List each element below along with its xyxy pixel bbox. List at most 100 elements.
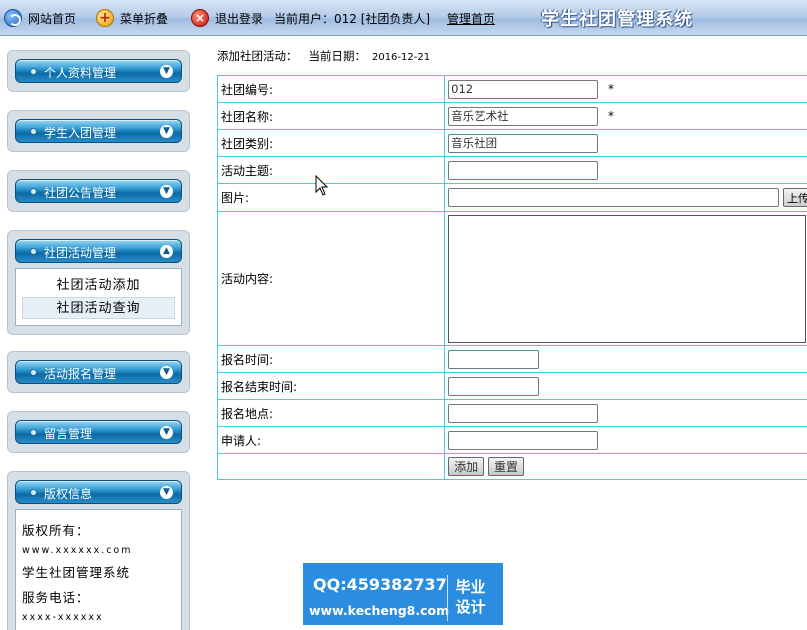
topic-input[interactable] — [448, 160, 599, 180]
chevron-down-icon: ▼ — [160, 486, 173, 499]
chevron-down-icon: ▼ — [160, 426, 173, 439]
menu-signup: 活动报名管理 ▼ — [7, 351, 190, 393]
home-link[interactable]: 网站首页 — [4, 0, 76, 36]
required-mark: * — [608, 81, 614, 96]
menu-copyright: 版权信息 ▼ 版权所有： www.xxxxxx.com 学生社团管理系统 服务电… — [7, 471, 190, 630]
submenu-item-add-activity[interactable]: 社团活动添加 — [22, 275, 175, 297]
menu-messages: 留言管理 ▼ — [7, 411, 190, 453]
image-path-input[interactable] — [448, 188, 780, 207]
applicant-input[interactable] — [448, 430, 599, 450]
applicant-label: 申请人: — [216, 426, 446, 454]
service-phone-label: 服务电话： — [22, 590, 90, 605]
activity-form: 社团编号: * 社团名称: * 社团类别: 活动主题: 图片: 上传 活动内容: — [216, 75, 807, 480]
bullet-icon — [30, 68, 37, 75]
menu-label: 活动报名管理 — [44, 367, 117, 381]
submenu-activity: 社团活动添加 社团活动查询 — [15, 268, 182, 326]
form-row: 报名时间: — [216, 345, 807, 373]
location-input[interactable] — [448, 403, 599, 423]
club-id-label: 社团编号: — [216, 75, 446, 103]
menu-personal: 个人资料管理 ▼ — [7, 50, 190, 92]
club-name-label: 社团名称: — [216, 102, 446, 130]
location-label: 报名地点: — [216, 399, 446, 427]
menu-label: 个人资料管理 — [44, 66, 117, 80]
menu-header-membership[interactable]: 学生入团管理 ▼ — [15, 119, 182, 143]
menu-header-copyright[interactable]: 版权信息 ▼ — [15, 480, 182, 504]
menu-label: 社团公告管理 — [44, 186, 117, 200]
sidebar: 个人资料管理 ▼ 学生入团管理 ▼ 社团公告管理 ▼ 社团活动管理 ▲ 社团活动… — [0, 36, 197, 630]
upload-button[interactable]: 上传 — [783, 188, 807, 207]
bullet-icon — [30, 369, 37, 376]
empty-label-cell — [216, 453, 446, 480]
club-type-input[interactable] — [448, 133, 599, 153]
content-textarea[interactable] — [448, 214, 807, 343]
signup-end-input[interactable] — [448, 376, 540, 396]
fold-icon: + — [96, 9, 114, 27]
bullet-icon — [30, 188, 37, 195]
menu-label: 社团活动管理 — [44, 246, 117, 260]
watermark-badge-bottom: 设计 — [455, 598, 486, 616]
form-row: 添加 重置 — [216, 453, 807, 480]
form-cell: * — [444, 102, 807, 130]
form-row: 社团编号: * — [216, 75, 807, 103]
image-label: 图片: — [216, 183, 446, 212]
menu-activity: 社团活动管理 ▲ 社团活动添加 社团活动查询 — [7, 230, 190, 335]
club-id-input[interactable] — [448, 79, 599, 99]
menu-header-personal[interactable]: 个人资料管理 ▼ — [15, 59, 182, 83]
form-cell — [444, 426, 807, 454]
current-date: 2016-12-21 — [371, 52, 431, 63]
menu-header-notice[interactable]: 社团公告管理 ▼ — [15, 179, 182, 203]
fold-menu-link[interactable]: + 菜单折叠 — [96, 0, 168, 36]
menu-membership: 学生入团管理 ▼ — [7, 110, 190, 152]
copyright-owner-label: 版权所有： — [22, 523, 90, 538]
current-user: 当前用户：012 [社团负责人] — [274, 0, 430, 36]
copyright-url: www.xxxxxx.com — [22, 545, 133, 556]
exit-icon: × — [191, 9, 209, 27]
form-row: 活动主题: — [216, 156, 807, 184]
watermark-qq: QQ:459382737 — [313, 575, 447, 594]
service-phone-number: xxxx-xxxxxx — [22, 612, 104, 623]
form-cell — [444, 211, 807, 346]
mouse-cursor-icon — [315, 175, 329, 196]
bullet-icon — [30, 248, 37, 255]
signup-time-label: 报名时间: — [216, 345, 446, 373]
admin-home-link[interactable]: 管理首页 — [447, 0, 495, 36]
club-name-input[interactable] — [448, 106, 599, 126]
form-row: 活动内容: — [216, 211, 807, 346]
add-button[interactable]: 添加 — [448, 457, 485, 476]
reset-button[interactable]: 重置 — [488, 457, 525, 476]
logout-label: 退出登录 — [215, 11, 264, 26]
menu-label: 学生入团管理 — [44, 126, 117, 140]
menu-label: 留言管理 — [44, 427, 93, 441]
menu-label: 版权信息 — [44, 487, 93, 501]
form-row: 社团类别: — [216, 129, 807, 157]
form-row: 申请人: — [216, 426, 807, 454]
menu-header-activity[interactable]: 社团活动管理 ▲ — [15, 239, 182, 263]
watermark-banner: QQ:459382737 www.kecheng8.com 毕业 设计 — [303, 563, 503, 625]
bullet-icon — [30, 128, 37, 135]
home-icon — [4, 9, 22, 27]
breadcrumb: 添加社团活动： 当前日期： 2016-12-21 — [217, 48, 430, 64]
chevron-up-icon: ▲ — [160, 245, 173, 258]
system-title: 学生社团管理系统 — [541, 9, 693, 30]
form-cell — [444, 372, 807, 400]
menu-header-messages[interactable]: 留言管理 ▼ — [15, 420, 182, 444]
form-row: 报名地点: — [216, 399, 807, 427]
menu-header-signup[interactable]: 活动报名管理 ▼ — [15, 360, 182, 384]
signup-time-input[interactable] — [448, 349, 540, 369]
watermark-url: www.kecheng8.com — [309, 603, 450, 618]
content-label: 活动内容: — [216, 211, 446, 346]
watermark-badge: 毕业 设计 — [447, 575, 493, 621]
signup-end-label: 报名结束时间: — [216, 372, 446, 400]
watermark-badge-top: 毕业 — [455, 578, 486, 596]
form-cell — [444, 156, 807, 184]
submenu-item-query-activity[interactable]: 社团活动查询 — [22, 297, 175, 319]
chevron-down-icon: ▼ — [160, 366, 173, 379]
form-row: 报名结束时间: — [216, 372, 807, 400]
required-mark: * — [608, 108, 614, 123]
logout-link[interactable]: × 退出登录 — [191, 0, 263, 36]
topic-label: 活动主题: — [216, 156, 446, 184]
chevron-down-icon: ▼ — [160, 65, 173, 78]
copyright-system-name: 学生社团管理系统 — [22, 565, 131, 580]
current-user-text: 当前用户：012 [社团负责人] — [274, 11, 431, 26]
form-cell: 上传 — [444, 183, 807, 212]
